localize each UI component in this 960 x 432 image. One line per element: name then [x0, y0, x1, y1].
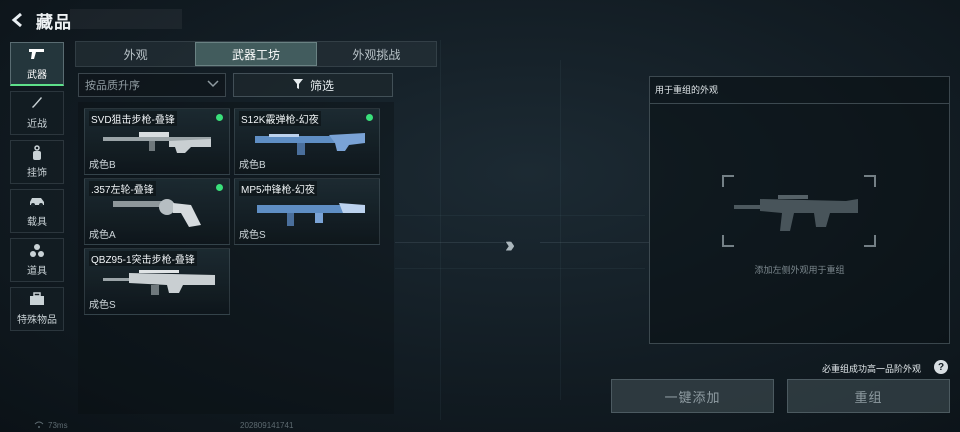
bullpup-rifle-icon [103, 270, 215, 295]
new-indicator-dot [366, 114, 373, 121]
tab-weapon-workshop[interactable]: 武器工坊 [195, 42, 317, 66]
item-name: S12K霰弹枪-幻夜 [239, 111, 321, 126]
sort-dropdown[interactable]: 按品质升序 [78, 73, 226, 97]
smg-icon [257, 203, 365, 226]
rifle-placeholder-icon [734, 195, 858, 231]
sidebar-item-label: 武器 [27, 69, 47, 81]
briefcase-icon [29, 292, 45, 308]
new-indicator-dot [216, 114, 223, 121]
sidebar-item-label: 特殊物品 [17, 315, 57, 326]
sort-label: 按品质升序 [85, 80, 140, 92]
frame-corner [864, 235, 876, 247]
item-name: .357左轮-叠锋 [89, 181, 156, 196]
background-line [440, 40, 441, 420]
item-grade: 成色B [89, 160, 116, 171]
header-decoration [70, 9, 182, 29]
sidebar-item-charms[interactable]: 挂饰 [10, 140, 64, 184]
item-grade: 成色A [89, 230, 116, 241]
item-name: SVD狙击步枪-叠锋 [89, 111, 177, 126]
frame-corner [864, 175, 876, 187]
sidebar-item-vehicles[interactable]: 载具 [10, 189, 64, 233]
recombine-panel: 用于重组的外观 添加左侧外观用于重组 [649, 76, 950, 344]
pistol-icon [28, 47, 46, 63]
sidebar-item-label: 近战 [27, 119, 47, 130]
frame-corner [722, 235, 734, 247]
background-line [395, 268, 645, 269]
question-mark-icon[interactable]: ? [934, 360, 948, 374]
item-card[interactable]: SVD狙击步枪-叠锋 成色B [84, 108, 230, 175]
knife-icon [29, 96, 45, 112]
item-name: MP5冲锋枪-幻夜 [239, 181, 317, 196]
category-sidebar: 武器 近战 挂饰 载具 道具 特殊物品 [10, 42, 64, 336]
item-card[interactable]: QBZ95-1突击步枪-叠锋 成色S [84, 248, 230, 315]
status-bar: 73ms 202809141741 [0, 421, 960, 432]
filter-label: 筛选 [309, 78, 334, 93]
workshop-tabs: 外观 武器工坊 外观挑战 [75, 41, 437, 67]
chevron-down-icon [207, 79, 219, 91]
item-grid: SVD狙击步枪-叠锋 成色B S12K霰弹枪-幻夜 成色B .357左轮-叠锋 [78, 102, 394, 414]
ping-text: 73ms [48, 421, 68, 430]
sidebar-item-props[interactable]: 道具 [10, 238, 64, 282]
recombine-hint: 添加左侧外观用于重组 [754, 265, 845, 275]
sidebar-item-label: 挂饰 [27, 168, 47, 179]
wifi-icon [34, 421, 44, 431]
frame-corner [722, 175, 734, 187]
sidebar-item-label: 载具 [27, 217, 47, 228]
back-arrow-icon[interactable] [8, 10, 28, 30]
item-name: QBZ95-1突击步枪-叠锋 [89, 251, 197, 266]
recombine-button[interactable]: 重组 [787, 379, 950, 413]
item-grade: 成色S [239, 230, 266, 241]
filter-icon [292, 78, 304, 93]
revolver-icon [113, 199, 201, 227]
new-indicator-dot [216, 184, 223, 191]
connector-line [540, 242, 649, 243]
shotgun-icon [255, 133, 365, 155]
item-card[interactable]: S12K霰弹枪-幻夜 成色B [234, 108, 380, 175]
tab-appearance[interactable]: 外观 [76, 42, 195, 66]
page-header: 藏品 [8, 6, 72, 34]
recombine-panel-title: 用于重组的外观 [655, 85, 719, 95]
sidebar-item-weapons[interactable]: 武器 [10, 42, 64, 86]
build-number: 202809141741 [240, 421, 294, 430]
sniper-rifle-icon [103, 132, 211, 153]
background-line [560, 60, 561, 400]
charm-icon [30, 145, 44, 161]
item-grade: 成色B [239, 160, 266, 171]
item-card[interactable]: MP5冲锋枪-幻夜 成色S [234, 178, 380, 245]
item-card[interactable]: .357左轮-叠锋 成色A [84, 178, 230, 245]
sidebar-item-special[interactable]: 特殊物品 [10, 287, 64, 331]
sidebar-item-label: 道具 [27, 266, 47, 277]
background-line [395, 215, 645, 216]
quick-add-button[interactable]: 一键添加 [611, 379, 774, 413]
triple-chevron-right-icon: ››› [505, 232, 515, 257]
page-title: 藏品 [36, 12, 72, 32]
grenade-icon [29, 243, 45, 259]
sidebar-item-melee[interactable]: 近战 [10, 91, 64, 135]
panel-divider [650, 103, 949, 104]
car-icon [28, 194, 46, 210]
connector-line [395, 242, 505, 243]
item-grade: 成色S [89, 300, 116, 311]
recombine-help-text: 必重组成功高一品阶外观 [822, 364, 922, 374]
filter-button[interactable]: 筛选 [233, 73, 393, 97]
tab-appearance-challenge[interactable]: 外观挑战 [317, 42, 436, 66]
